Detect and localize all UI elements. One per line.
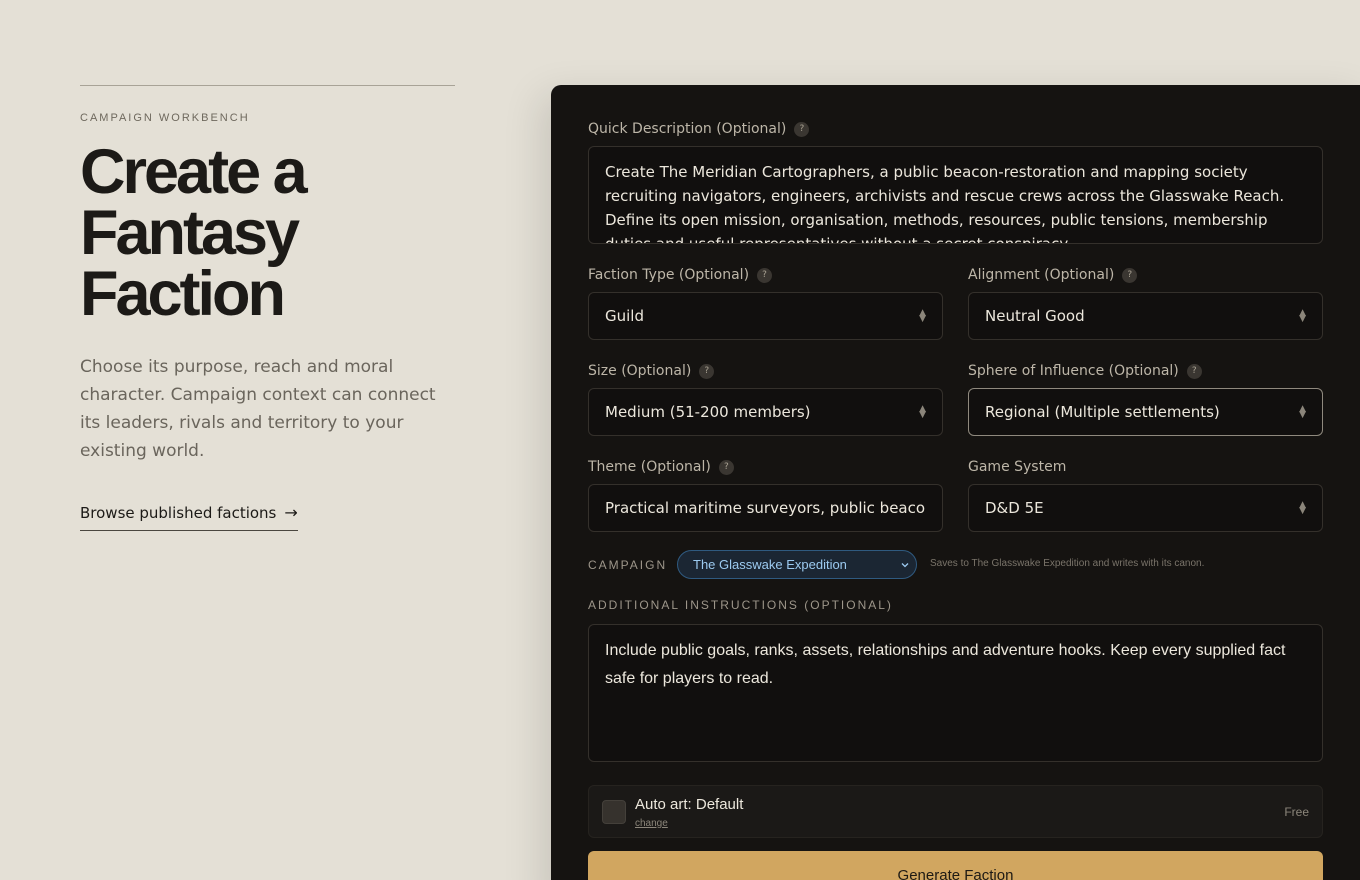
intro-text: Choose its purpose, reach and moral char… bbox=[80, 357, 436, 461]
faction-type-label: Faction Type (Optional) ? bbox=[588, 267, 773, 283]
page-title: Create a Fantasy Faction bbox=[80, 137, 455, 329]
theme-label: Theme (Optional) ? bbox=[588, 459, 734, 475]
help-icon[interactable]: ? bbox=[1122, 267, 1138, 283]
campaign-note: Saves to The Glasswake Expedition and wr… bbox=[930, 558, 1205, 569]
game-system-label: Game System bbox=[968, 459, 1067, 475]
help-icon[interactable]: ? bbox=[757, 267, 773, 283]
updown-icon: ▲ ▼ bbox=[1299, 308, 1306, 324]
additional-instructions-textarea[interactable]: Include public goals, ranks, assets, rel… bbox=[588, 624, 1323, 762]
browse-link-label: Browse published factions bbox=[80, 503, 277, 522]
title-line: Faction bbox=[80, 259, 286, 329]
updown-icon: ▲ ▼ bbox=[919, 404, 926, 420]
campaign-label: CAMPAIGN bbox=[588, 558, 668, 572]
title-line: Fantasy bbox=[80, 198, 300, 268]
faction-type-select[interactable]: Guild ▲ ▼ bbox=[588, 292, 943, 340]
help-icon[interactable]: ? bbox=[718, 459, 734, 475]
arrow-right-icon: → bbox=[284, 503, 298, 522]
additional-instructions-label: ADDITIONAL INSTRUCTIONS (OPTIONAL) bbox=[588, 598, 893, 612]
title-line: Create a bbox=[80, 137, 308, 207]
updown-icon: ▲ ▼ bbox=[919, 308, 926, 324]
updown-icon: ▲ ▼ bbox=[1299, 500, 1306, 516]
description-label: Quick Description (Optional) ? bbox=[588, 121, 810, 137]
updown-icon: ▲ ▼ bbox=[1299, 404, 1306, 420]
theme-input[interactable]: Practical maritime surveyors, public bea… bbox=[588, 484, 943, 532]
sphere-select[interactable]: Regional (Multiple settlements) ▲ ▼ bbox=[968, 388, 1323, 436]
generate-faction-button[interactable]: Generate Faction bbox=[588, 851, 1323, 880]
faction-form: Quick Description (Optional) ? Create Th… bbox=[551, 85, 1360, 880]
size-select[interactable]: Medium (51-200 members) ▲ ▼ bbox=[588, 388, 943, 436]
browse-factions-link[interactable]: Browse published factions → bbox=[80, 503, 298, 531]
price-label: Free bbox=[1284, 805, 1309, 819]
alignment-label: Alignment (Optional) ? bbox=[968, 267, 1138, 283]
game-system-select[interactable]: D&D 5E ▲ ▼ bbox=[968, 484, 1323, 532]
auto-art-label: Auto art: Default bbox=[635, 796, 744, 813]
divider bbox=[80, 85, 455, 86]
help-icon[interactable]: ? bbox=[699, 363, 715, 379]
hero-section: CAMPAIGN WORKBENCH Create a Fantasy Fact… bbox=[80, 85, 455, 531]
chevron-down-icon bbox=[901, 562, 909, 567]
help-icon[interactable]: ? bbox=[1186, 363, 1202, 379]
size-label: Size (Optional) ? bbox=[588, 363, 715, 379]
auto-art-row: Auto art: Default change Free bbox=[588, 785, 1323, 838]
description-textarea[interactable]: Create The Meridian Cartographers, a pub… bbox=[588, 146, 1323, 244]
auto-art-checkbox[interactable] bbox=[602, 800, 626, 824]
help-icon[interactable]: ? bbox=[794, 121, 810, 137]
campaign-select[interactable]: The Glasswake Expedition bbox=[677, 550, 917, 579]
eyebrow: CAMPAIGN WORKBENCH bbox=[80, 112, 250, 124]
alignment-select[interactable]: Neutral Good ▲ ▼ bbox=[968, 292, 1323, 340]
sphere-label: Sphere of Influence (Optional) ? bbox=[968, 363, 1202, 379]
change-art-link[interactable]: change bbox=[635, 818, 668, 829]
